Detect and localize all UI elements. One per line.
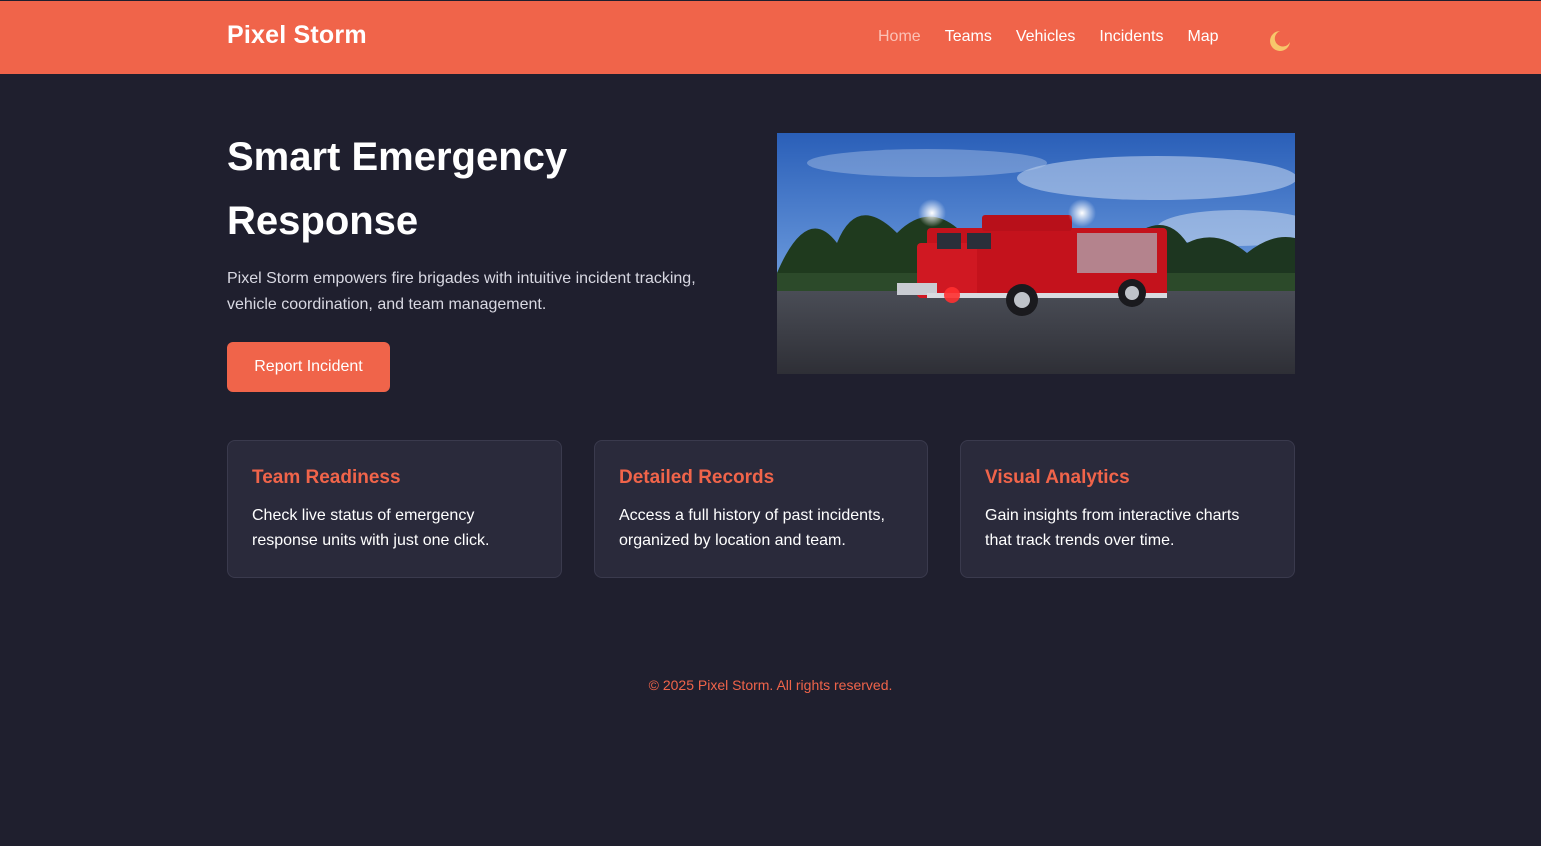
report-incident-button[interactable]: Report Incident bbox=[227, 342, 390, 392]
brand-logo[interactable]: Pixel Storm bbox=[227, 21, 367, 50]
moon-icon bbox=[1270, 31, 1290, 51]
card-visual-analytics: Visual Analytics Gain insights from inte… bbox=[960, 440, 1295, 578]
footer-copyright: © 2025 Pixel Storm. All rights reserved. bbox=[648, 677, 893, 693]
card-title: Team Readiness bbox=[252, 467, 401, 488]
card-text: Access a full history of past incidents,… bbox=[619, 507, 885, 549]
nav-link-vehicles[interactable]: Vehicles bbox=[1016, 28, 1076, 46]
card-detailed-records: Detailed Records Access a full history o… bbox=[594, 440, 928, 578]
nav-link-incidents[interactable]: Incidents bbox=[1099, 28, 1163, 46]
card-title: Visual Analytics bbox=[985, 467, 1130, 488]
nav-link-map[interactable]: Map bbox=[1187, 28, 1218, 46]
navbar: Pixel Storm Home Teams Vehicles Incident… bbox=[0, 1, 1541, 74]
fire-truck-image bbox=[777, 133, 1295, 374]
hero-description: Pixel Storm empowers fire brigades with … bbox=[227, 270, 696, 313]
card-team-readiness: Team Readiness Check live status of emer… bbox=[227, 440, 562, 578]
nav-links: Home Teams Vehicles Incidents Map bbox=[878, 28, 1219, 46]
hero-title: Smart Emergency Response bbox=[227, 135, 568, 243]
card-title: Detailed Records bbox=[619, 467, 775, 488]
card-text: Gain insights from interactive charts th… bbox=[985, 507, 1240, 549]
theme-toggle-button[interactable] bbox=[1266, 28, 1292, 52]
nav-link-home[interactable]: Home bbox=[878, 28, 921, 46]
card-text: Check live status of emergency response … bbox=[252, 507, 490, 549]
nav-link-teams[interactable]: Teams bbox=[945, 28, 992, 46]
